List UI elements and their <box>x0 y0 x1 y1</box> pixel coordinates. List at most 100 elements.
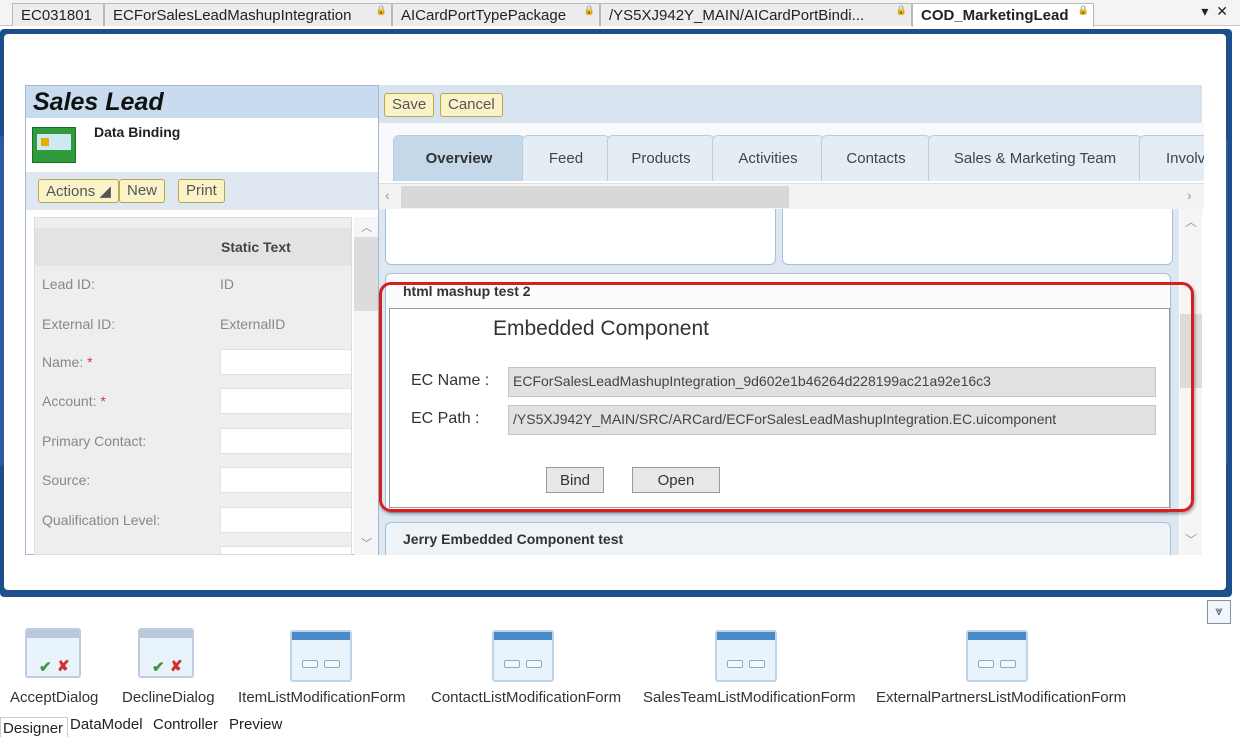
panel-title-bar: Sales Lead <box>26 86 378 118</box>
field-label: Primary Contact: <box>42 433 147 449</box>
checkmark-icon: ✔ <box>39 659 52 676</box>
print-button[interactable]: Print <box>178 179 225 203</box>
item-list-form-label[interactable]: ItemListModificationForm <box>238 689 406 706</box>
scroll-thumb[interactable] <box>401 186 789 208</box>
field-row-account: Account: * <box>35 384 351 420</box>
name-input[interactable] <box>220 349 351 375</box>
tab-products[interactable]: Products <box>607 135 715 181</box>
form-contact-list-icon[interactable] <box>492 630 554 682</box>
tab-preview[interactable]: Preview <box>229 716 282 733</box>
field-label: Name: * <box>42 354 93 370</box>
doc-tab-label: COD_MarketingLead <box>921 7 1069 24</box>
cancel-button[interactable]: Cancel <box>440 93 503 117</box>
lead-form: Static Text Lead ID: ID External ID: Ext… <box>34 217 352 555</box>
field-value: ID <box>220 276 234 292</box>
primary-contact-input[interactable] <box>220 428 351 454</box>
sales-lead-panel: Sales Lead Data Binding Actions ◢ New Pr… <box>25 85 379 555</box>
field-row-primary-contact: Primary Contact: <box>35 424 351 460</box>
tab-controller[interactable]: Controller <box>153 716 218 733</box>
source-input[interactable] <box>220 467 351 493</box>
field-row-lead-id: Lead ID: ID <box>35 267 351 303</box>
scroll-up-icon[interactable]: ︿ <box>1185 213 1197 230</box>
form-item-list-icon[interactable] <box>290 630 352 682</box>
section-box-left <box>385 209 776 265</box>
field-label: Qualification Level: <box>42 512 161 528</box>
status-input[interactable] <box>220 546 351 554</box>
required-marker: * <box>100 393 106 409</box>
left-vertical-scrollbar[interactable]: ︿ ﹀ <box>354 217 378 555</box>
scroll-left-icon[interactable]: ‹ <box>385 187 390 203</box>
data-binding-icon <box>32 127 76 163</box>
field-label: External ID: <box>42 316 116 332</box>
right-toolbar: Save Cancel <box>379 85 1202 123</box>
account-input[interactable] <box>220 388 351 414</box>
field-row-external-id: External ID: ExternalID <box>35 307 351 343</box>
section-title: Jerry Embedded Component test <box>403 531 624 547</box>
cross-icon: ✘ <box>170 658 183 675</box>
data-binding-label: Data Binding <box>94 124 181 140</box>
save-button[interactable]: Save <box>384 93 435 117</box>
page-title: Sales Lead <box>33 88 164 116</box>
tab-sales-marketing-team[interactable]: Sales & Marketing Team <box>928 135 1142 181</box>
accept-dialog-label[interactable]: AcceptDialog <box>10 689 98 706</box>
doc-tab-ec031801[interactable]: EC031801 <box>12 3 104 26</box>
form-header-label: Static Text <box>221 239 291 255</box>
scroll-up-icon[interactable]: ︿ <box>361 219 372 235</box>
field-row-source: Source: <box>35 463 351 499</box>
external-partners-form-label[interactable]: ExternalPartnersListModificationForm <box>876 689 1126 706</box>
tab-designer[interactable]: Designer <box>0 717 69 737</box>
new-button[interactable]: New <box>119 179 166 203</box>
content-tab-strip: Overview Feed Products Activities Contac… <box>379 123 1204 181</box>
form-external-partners-icon[interactable] <box>966 630 1028 682</box>
section-box-right <box>782 209 1173 265</box>
checkmark-icon: ✔ <box>152 659 165 676</box>
document-tab-strip: EC031801 ECForSalesLeadMashupIntegration… <box>0 0 1240 27</box>
doc-tab-label: AICardPortTypePackage <box>401 7 567 24</box>
doc-tab-label: /YS5XJ942Y_MAIN/AICardPortBindi... <box>609 7 865 24</box>
tab-feed[interactable]: Feed <box>522 135 610 181</box>
scroll-down-icon[interactable]: ﹀ <box>361 535 372 551</box>
tab-overview[interactable]: Overview <box>393 135 525 181</box>
tab-datamodel[interactable]: DataModel <box>70 716 143 733</box>
scroll-down-icon[interactable]: ﹀ <box>1185 531 1197 548</box>
doc-tab-aicardporttype[interactable]: AICardPortTypePackage 🔒 <box>392 3 600 26</box>
section-jerry-ec: Jerry Embedded Component test <box>385 522 1171 555</box>
field-row-partial <box>35 542 351 554</box>
field-value: ExternalID <box>220 316 286 332</box>
left-toolbar: Actions ◢ New Print <box>26 172 378 210</box>
doc-tab-label: EC031801 <box>21 7 92 24</box>
sales-team-form-label[interactable]: SalesTeamListModificationForm <box>643 689 856 706</box>
tabs-horizontal-scrollbar[interactable]: ‹ › <box>379 183 1204 209</box>
collapse-chevron-icon[interactable]: ⩔ <box>1207 600 1231 624</box>
dialog-decline-icon[interactable]: ✔ ✘ <box>138 628 194 678</box>
scroll-right-icon[interactable]: › <box>1187 187 1192 203</box>
pin-icon: 🔒 <box>375 5 387 15</box>
doc-tab-ecforsaleslead[interactable]: ECForSalesLeadMashupIntegration 🔒 <box>104 3 392 26</box>
field-label: Source: <box>42 472 91 488</box>
pin-icon: 🔒 <box>895 5 907 15</box>
qualification-level-input[interactable] <box>220 507 351 533</box>
field-row-qualification-level: Qualification Level: <box>35 503 351 539</box>
pin-icon: 🔒 <box>583 5 595 15</box>
actions-button[interactable]: Actions ◢ <box>38 179 119 203</box>
dialog-accept-icon[interactable]: ✔ ✘ <box>25 628 81 678</box>
view-tab-strip: Designer DataModel Controller Preview <box>0 713 1240 741</box>
tab-involved[interactable]: Involv <box>1139 135 1204 181</box>
form-header: Static Text <box>35 228 351 266</box>
tab-window-controls[interactable]: ▾ ✕ <box>1201 3 1230 20</box>
scroll-thumb[interactable] <box>354 237 378 311</box>
field-label: Lead ID: <box>42 276 95 292</box>
required-marker: * <box>87 354 93 370</box>
highlight-annotation <box>379 282 1194 512</box>
tab-contacts[interactable]: Contacts <box>821 135 931 181</box>
field-label: Account: * <box>42 393 106 409</box>
decline-dialog-label[interactable]: DeclineDialog <box>122 689 215 706</box>
doc-tab-label: ECForSalesLeadMashupIntegration <box>113 7 352 24</box>
cross-icon: ✘ <box>57 658 70 675</box>
contact-list-form-label[interactable]: ContactListModificationForm <box>431 689 621 706</box>
pin-icon: 🔒 <box>1077 5 1089 15</box>
form-sales-team-icon[interactable] <box>715 630 777 682</box>
doc-tab-aicardportbinding[interactable]: /YS5XJ942Y_MAIN/AICardPortBindi... 🔒 <box>600 3 912 26</box>
tab-activities[interactable]: Activities <box>712 135 824 181</box>
doc-tab-cod-marketinglead[interactable]: COD_MarketingLead 🔒 <box>912 3 1094 27</box>
